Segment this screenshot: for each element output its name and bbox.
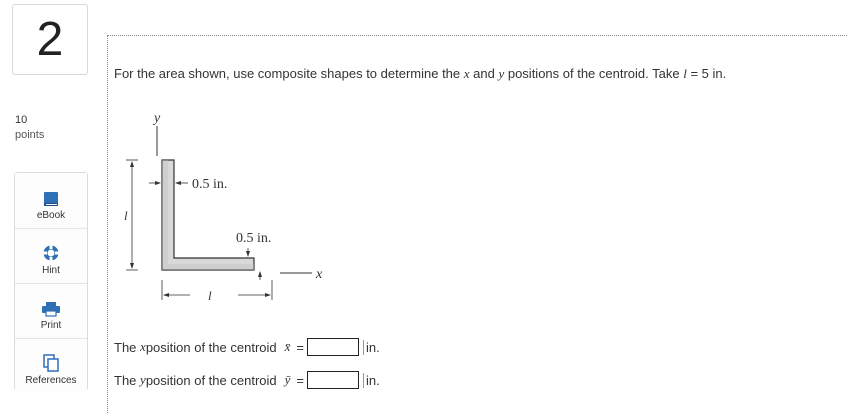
x-bar-symbol: x̄ [284, 339, 291, 354]
lifebuoy-icon [43, 245, 59, 261]
question-prompt: For the area shown, use composite shapes… [114, 66, 726, 82]
side-thickness-label: 0.5 in. [236, 231, 271, 246]
documents-icon [43, 354, 59, 372]
hint-button[interactable]: Hint [15, 228, 87, 282]
answer-row-y: The y position of the centroid ȳ = in. [114, 370, 380, 390]
width-dim-label: l [208, 288, 212, 303]
answer-x-unit: in. [363, 339, 380, 355]
y-axis-label: y [152, 111, 161, 126]
answer-y-unit: in. [363, 372, 380, 388]
book-icon [44, 192, 58, 206]
prompt-text-3: positions of the centroid. Take [504, 66, 684, 81]
tools-panel: eBook Hint Print References [14, 172, 88, 392]
y-centroid-input[interactable] [307, 371, 359, 389]
points-label: points [15, 129, 45, 141]
print-button[interactable]: Print [15, 283, 87, 337]
question-number-box: 2 [12, 4, 88, 75]
prompt-text-1: For the area shown, use composite shapes… [114, 66, 464, 81]
references-label: References [25, 375, 77, 386]
answer-y-equals: = [296, 372, 304, 388]
answer-x-equals: = [296, 339, 304, 355]
points-value: 10 [15, 114, 28, 126]
prompt-text-2: and [469, 66, 499, 81]
answer-y-prefix: The [114, 372, 137, 388]
x-centroid-input[interactable] [307, 338, 359, 356]
printer-icon [42, 302, 60, 317]
l-shape-diagram: y x l l 0.5 in. 0.5 in. [124, 111, 323, 303]
x-axis-label: x [315, 267, 323, 282]
l-shape-figure: y x l l 0.5 in. 0.5 in. [120, 108, 350, 308]
prompt-text-4: = 5 in. [686, 66, 727, 81]
y-bar-symbol: ȳ [284, 372, 291, 387]
references-button[interactable]: References [15, 338, 87, 392]
ebook-label: eBook [36, 210, 66, 221]
answer-y-text: position of the centroid [145, 372, 277, 388]
hint-label: Hint [42, 265, 60, 276]
ebook-button[interactable]: eBook [15, 173, 87, 227]
answer-x-prefix: The [114, 339, 137, 355]
question-number: 2 [36, 13, 64, 66]
print-label: Print [40, 320, 62, 331]
top-thickness-label: 0.5 in. [192, 177, 227, 192]
answer-x-text: position of the centroid [145, 339, 277, 355]
height-dim-label: l [124, 208, 128, 223]
answer-row-x: The x position of the centroid x̄ = in. [114, 337, 380, 357]
